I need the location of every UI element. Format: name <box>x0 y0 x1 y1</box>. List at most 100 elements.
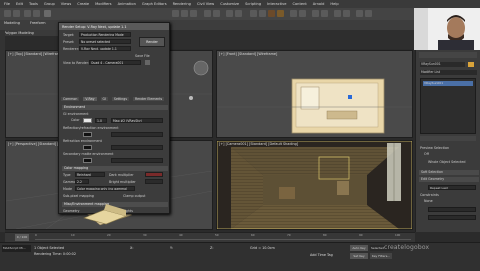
mirror-icon[interactable] <box>226 10 233 17</box>
layer-explorer-icon[interactable] <box>312 10 319 17</box>
tab-render-elements[interactable]: Render Elements <box>133 97 165 101</box>
view-to-render-dropdown[interactable]: Quad 4 - Camera001 <box>89 60 141 65</box>
refract-map-button[interactable] <box>111 145 163 150</box>
redo-icon[interactable] <box>13 10 20 17</box>
repeat-last-button[interactable]: Repeat Last <box>428 185 476 190</box>
scene-explorer-icon[interactable] <box>321 10 328 17</box>
bright-mult-field[interactable] <box>145 179 163 184</box>
object-name-field[interactable]: VRaySun001 <box>420 62 465 67</box>
menu-rendering[interactable]: Rendering <box>173 2 191 6</box>
menu-animation[interactable]: Animation <box>118 2 136 6</box>
menu-arnold[interactable]: Arnold <box>313 2 325 6</box>
ribbon-sub-label[interactable]: Polygon Modeling <box>4 30 58 36</box>
menu-edit[interactable]: Edit <box>16 2 23 6</box>
teapot-icon[interactable] <box>290 10 297 17</box>
gi-multiplier-field[interactable]: 1.0 <box>95 118 107 123</box>
link-icon[interactable] <box>24 10 31 17</box>
schematic-view-icon[interactable] <box>343 10 350 17</box>
render-setup-dialog[interactable]: Render Setup: V-Ray Next, update 1.1 Tar… <box>58 22 170 214</box>
renderer-dropdown[interactable]: V-Ray Next, update 1.1 <box>79 46 131 51</box>
key-filters-button[interactable]: Key Filters... <box>370 253 392 259</box>
menu-help[interactable]: Help <box>330 2 338 6</box>
angle-snap-icon[interactable] <box>213 10 220 17</box>
menu-tools[interactable]: Tools <box>29 2 38 6</box>
color-mapping-rollout[interactable]: Color mapping <box>62 166 168 171</box>
align-icon[interactable] <box>235 10 242 17</box>
add-time-tag-button[interactable]: Add Time Tag <box>310 253 333 257</box>
command-panel-tabs[interactable] <box>419 52 477 58</box>
none-radio[interactable]: None <box>424 199 433 203</box>
secondary-color-swatch[interactable] <box>83 158 92 163</box>
reflect-env-checkbox[interactable]: Reflection/refraction environment <box>63 126 119 130</box>
tab-vray[interactable]: V-Ray <box>83 97 97 101</box>
stack-controls[interactable] <box>420 136 476 141</box>
snap-icon[interactable] <box>204 10 211 17</box>
menu-customize[interactable]: Customize <box>220 2 239 6</box>
off-radio[interactable]: Off <box>424 152 429 156</box>
menu-create[interactable]: Create <box>77 2 89 6</box>
clamp-output-checkbox[interactable]: Clamp output <box>123 194 145 198</box>
type-dropdown[interactable]: Reinhard <box>75 172 105 177</box>
auto-key-button[interactable]: Auto Key <box>350 245 368 251</box>
dark-mult-field[interactable] <box>145 172 163 177</box>
viewport-front[interactable]: [+] [Front] [Standard] [Wireframe] <box>216 50 413 138</box>
dialog-title[interactable]: Render Setup: V-Ray Next, update 1.1 <box>59 23 169 30</box>
target-dropdown[interactable]: Production Rendering Mode <box>79 32 131 37</box>
tab-freeform[interactable]: Freeform <box>30 21 46 25</box>
render-frame-icon[interactable] <box>268 10 275 17</box>
gamma-field[interactable]: 2.2 <box>75 179 89 184</box>
menu-group[interactable]: Group <box>44 2 55 6</box>
render-button[interactable]: Render <box>139 37 165 47</box>
menu-modifiers[interactable]: Modifiers <box>95 2 111 6</box>
reflect-map-button[interactable] <box>111 132 163 137</box>
lock-icon[interactable] <box>145 60 150 65</box>
time-slider[interactable]: 0 / 100 <box>15 234 29 241</box>
gi-color-swatch[interactable] <box>83 118 92 123</box>
tab-settings[interactable]: Settings <box>111 97 129 101</box>
modifier-stack[interactable]: VRaySun001 <box>420 78 476 134</box>
gi-env-checkbox[interactable]: GI environment <box>63 112 89 116</box>
viewport-camera-label[interactable]: [+] [Camera001] [Standard] [Default Shad… <box>219 142 298 146</box>
unlink-icon[interactable] <box>33 10 40 17</box>
gi-map-button[interactable]: Map #2 (VRaySky) <box>111 118 163 123</box>
edit-geometry-rollout[interactable]: Edit Geometry <box>419 177 479 182</box>
soft-selection-rollout[interactable]: Soft Selection <box>419 170 479 175</box>
tab-common[interactable]: Common <box>61 97 80 101</box>
maxscript-listener[interactable]: MAXScript Mi... <box>2 245 31 252</box>
render-icon[interactable] <box>277 10 284 17</box>
object-color-swatch[interactable] <box>468 62 474 67</box>
reflect-color-swatch[interactable] <box>83 132 92 137</box>
environment-rollout[interactable]: Environment <box>62 105 168 110</box>
save-file-checkbox[interactable]: Save File <box>135 54 150 58</box>
select-icon[interactable] <box>44 10 51 17</box>
refract-color-swatch[interactable] <box>83 145 92 150</box>
sub-pixel-checkbox[interactable]: Sub-pixel mapping <box>63 194 94 198</box>
menu-views[interactable]: Views <box>61 2 71 6</box>
menu-scripting[interactable]: Scripting <box>245 2 261 6</box>
secondary-map-button[interactable] <box>111 158 163 163</box>
scale-icon[interactable] <box>190 10 197 17</box>
render-last-icon[interactable] <box>299 10 306 17</box>
menu-civil-view[interactable]: Civil View <box>197 2 214 6</box>
mode-dropdown[interactable]: Color mapping only (no gamma) <box>75 186 135 191</box>
render-setup-icon[interactable] <box>259 10 266 17</box>
refract-env-checkbox[interactable]: Refraction environment <box>63 139 102 143</box>
modifier-stack-item[interactable]: VRaySun001 <box>423 81 473 86</box>
create-button[interactable] <box>428 207 476 212</box>
undo-icon[interactable] <box>4 10 11 17</box>
attach-button[interactable] <box>428 215 476 220</box>
secondary-env-checkbox[interactable]: Secondary matte environment <box>63 152 113 156</box>
workspace-icon[interactable] <box>356 10 363 17</box>
menu-interactive[interactable]: Interactive <box>267 2 286 6</box>
curve-editor-icon[interactable] <box>334 10 341 17</box>
modifier-list-dropdown[interactable]: Modifier List <box>420 70 477 75</box>
menu-graph-editors[interactable]: Graph Editors <box>142 2 167 6</box>
menu-file[interactable]: File <box>4 2 10 6</box>
rotate-icon[interactable] <box>181 10 188 17</box>
preset-dropdown[interactable]: No preset selected <box>79 39 131 44</box>
menu-content[interactable]: Content <box>292 2 306 6</box>
viewport-camera[interactable]: [+] [Camera001] [Standard] [Default Shad… <box>216 140 413 230</box>
folder-icon[interactable] <box>365 10 372 17</box>
tab-modeling[interactable]: Modeling <box>4 21 20 25</box>
tab-gi[interactable]: GI <box>100 97 108 101</box>
